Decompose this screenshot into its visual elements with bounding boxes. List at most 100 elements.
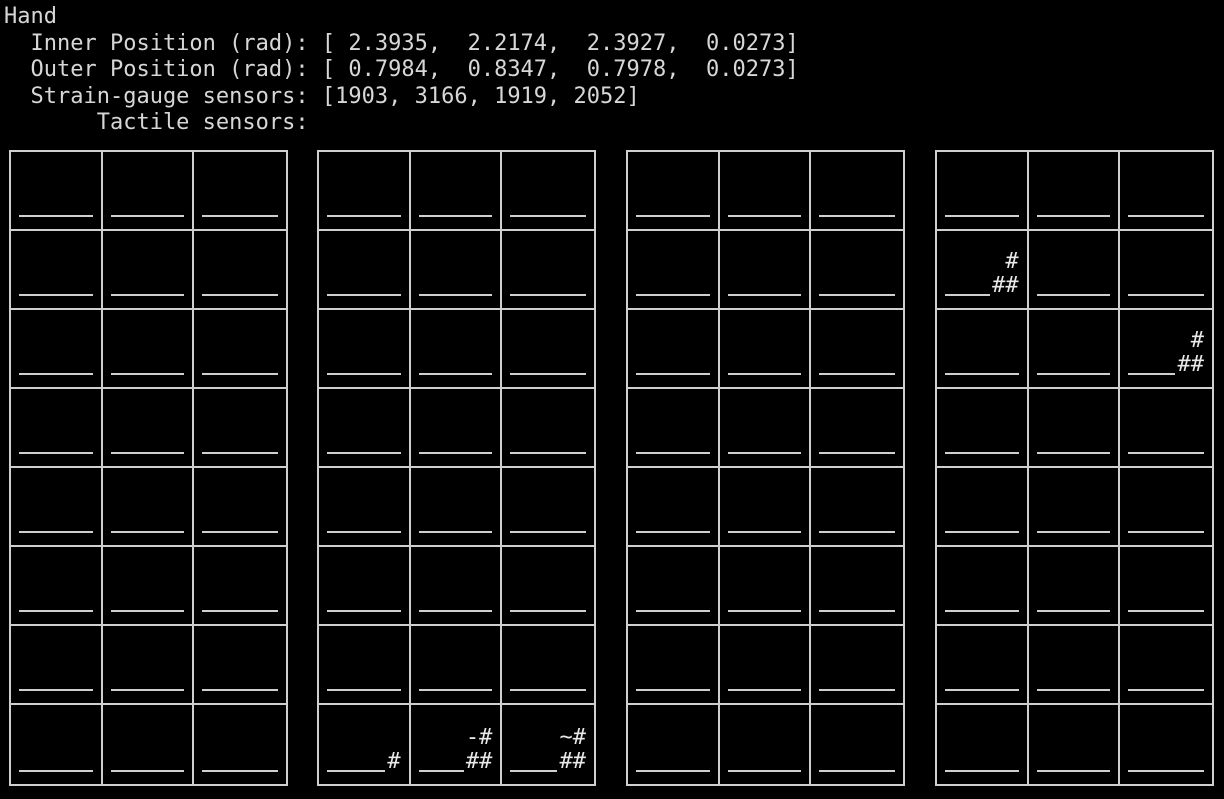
cell-baseline [819,373,895,375]
tactile-cell [194,310,286,389]
tactile-cell [719,152,812,231]
tactile-cell [1028,547,1121,626]
tactile-cell [1120,389,1212,468]
tactile-cell [719,547,812,626]
strain-gauge-line: Strain-gauge sensors: [1903, 3166, 1919,… [4,83,640,109]
cell-baseline [819,770,895,772]
cell-baseline [327,770,386,772]
cell-baseline [1036,452,1111,454]
cell-baseline [19,770,93,772]
tactile-cell [410,547,503,626]
cell-baseline [202,373,278,375]
cell-baseline [727,770,802,772]
tactile-cell: ~# ## [502,705,594,784]
cell-baseline [636,373,710,375]
cell-baseline [636,610,710,612]
cell-baseline [510,452,586,454]
tactile-cell [719,626,812,705]
cell-baseline [418,770,464,772]
tactile-cell [1028,152,1121,231]
tactile-activation-glyph: # ## [992,249,1019,298]
tactile-cell: -# ## [411,705,503,784]
cell-baseline [1036,294,1111,296]
tactile-cell [102,310,195,389]
cell-baseline [510,610,586,612]
tactile-cell: # ## [937,231,1029,310]
tactile-cell [811,705,903,784]
cell-baseline [510,215,586,217]
tactile-cell [502,389,594,468]
tactile-cell [719,389,812,468]
tactile-cell [319,389,411,468]
cell-baseline [19,215,93,217]
tactile-cell [811,389,903,468]
cell-baseline [1128,531,1204,533]
cell-baseline [636,531,710,533]
tactile-cell [102,389,195,468]
tactile-cell [628,152,720,231]
tactile-cell [628,705,720,784]
tactile-cell [811,626,903,705]
tactile-cell [937,310,1029,389]
tactile-cell [1028,310,1121,389]
tactile-cell [410,626,503,705]
cell-baseline [202,770,278,772]
cell-baseline [110,770,185,772]
cell-baseline [202,610,278,612]
tactile-cell [102,626,195,705]
cell-baseline [727,689,802,691]
tactile-cell [194,152,286,231]
tactile-cell [102,468,195,547]
tactile-cell [628,389,720,468]
cell-baseline [327,452,401,454]
tactile-cell [1028,468,1121,547]
cell-baseline [727,610,802,612]
cell-baseline [945,610,1019,612]
cell-baseline [418,452,493,454]
tactile-cell [1120,468,1212,547]
cell-baseline [636,452,710,454]
tactile-cell [719,231,812,310]
tactile-cell [1120,231,1212,310]
cell-baseline [19,610,93,612]
cell-baseline [945,770,1019,772]
cell-baseline [327,531,401,533]
cell-baseline [1128,373,1176,375]
tactile-cell [811,152,903,231]
cell-baseline [1128,770,1204,772]
tactile-sensors-label: Tactile sensors: [4,110,309,135]
tactile-cell [102,547,195,626]
tactile-cell [811,310,903,389]
tactile-cell [194,468,286,547]
tactile-cell [502,152,594,231]
cell-baseline [110,452,185,454]
tactile-cell [811,231,903,310]
tactile-grid-2: # -# ## ~# ## [317,150,596,786]
tactile-cell: # ## [1120,310,1212,389]
tactile-cell [628,310,720,389]
cell-baseline [110,689,185,691]
tactile-cell [103,705,195,784]
cell-baseline [19,531,93,533]
cell-baseline [1036,610,1111,612]
cell-baseline [110,373,185,375]
tactile-cell [410,152,503,231]
tactile-cell [937,389,1029,468]
cell-baseline [202,452,278,454]
cell-baseline [636,770,710,772]
tactile-cell [628,626,720,705]
tactile-cell [11,389,103,468]
tactile-cell [811,468,903,547]
tactile-cell [937,468,1029,547]
tactile-cell [937,705,1029,784]
tactile-cell [937,152,1029,231]
cell-baseline [418,373,493,375]
cell-baseline [1128,689,1204,691]
cell-baseline [1036,770,1111,772]
tactile-cell [937,547,1029,626]
tactile-cell [319,152,411,231]
tactile-cell [1120,547,1212,626]
tactile-cell [194,705,286,784]
cell-baseline [1128,215,1204,217]
tactile-cell [937,626,1029,705]
